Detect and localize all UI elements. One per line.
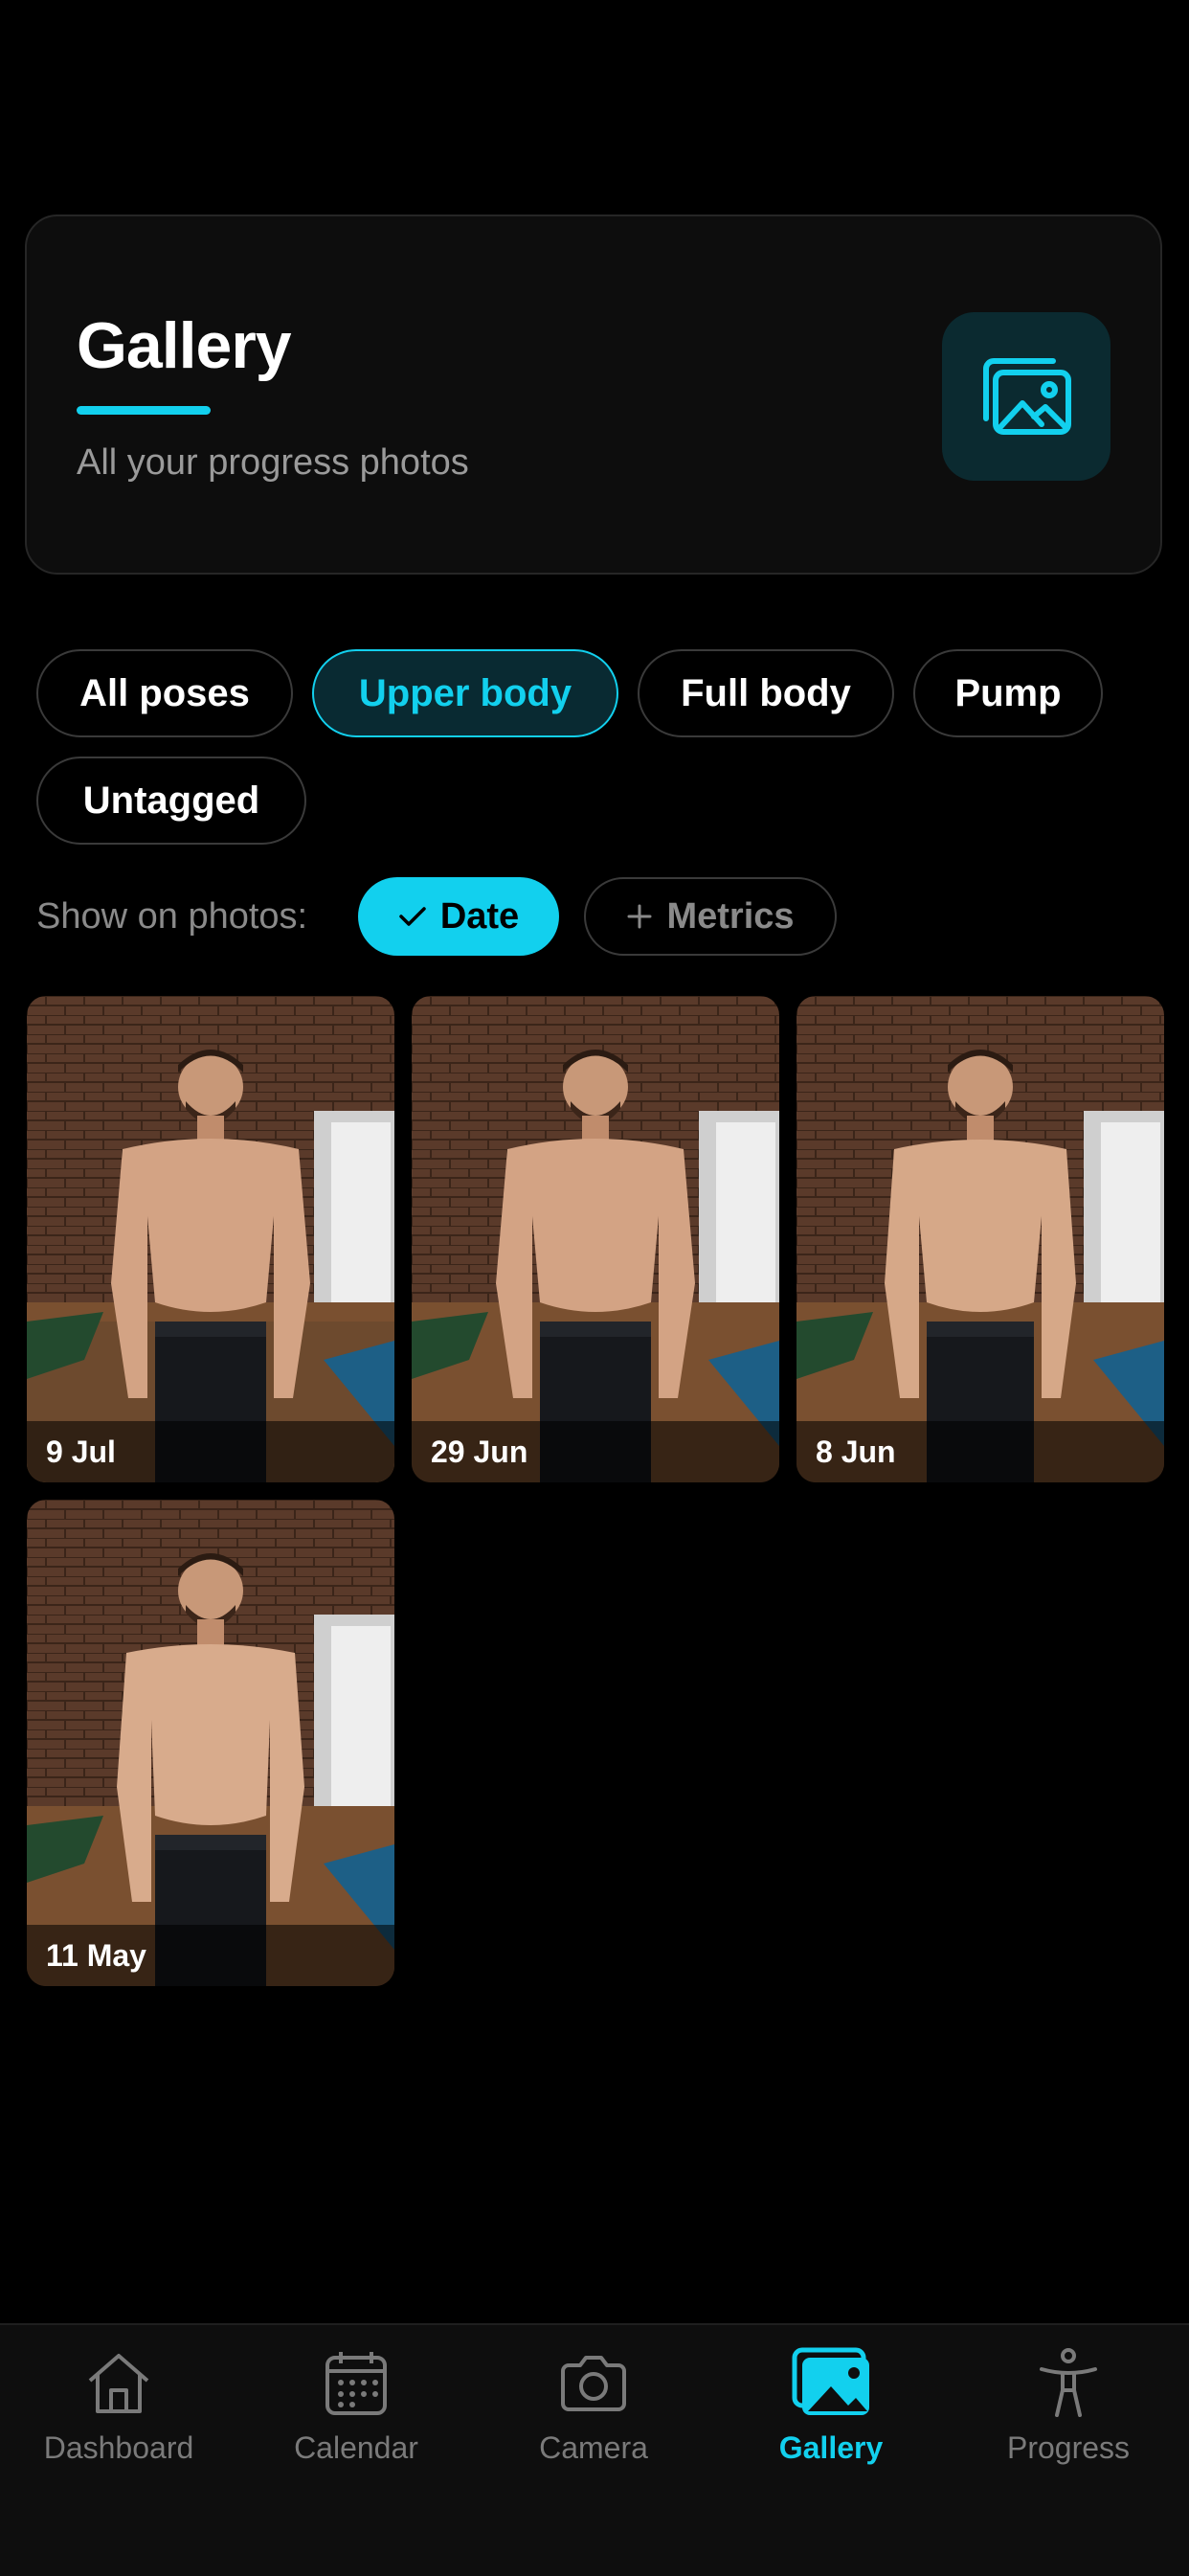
- home-icon: [88, 2354, 149, 2413]
- filter-chip-untagged[interactable]: Untagged: [36, 757, 306, 845]
- person-icon: [1040, 2348, 1097, 2417]
- tab-gallery[interactable]: Gallery: [712, 2344, 950, 2488]
- title-underline: [77, 406, 211, 415]
- tab-progress-label: Progress: [1006, 2430, 1131, 2465]
- plus-icon: [627, 904, 652, 929]
- photo-image: [27, 996, 394, 1482]
- filter-chip-pump[interactable]: Pump: [913, 649, 1103, 737]
- tab-calendar[interactable]: Calendar: [237, 2344, 475, 2488]
- photo-date-label: 8 Jun: [796, 1421, 1164, 1482]
- date-toggle[interactable]: Date: [358, 877, 559, 956]
- photo-image: [412, 996, 779, 1482]
- photo-image: [27, 1500, 394, 1986]
- camera-icon: [561, 2356, 626, 2411]
- metrics-toggle-label: Metrics: [666, 895, 795, 937]
- photo-image: [796, 996, 1164, 1482]
- filter-chip-upper-body[interactable]: Upper body: [312, 649, 618, 737]
- tab-dashboard[interactable]: Dashboard: [0, 2344, 237, 2488]
- filter-chip-all-poses[interactable]: All poses: [36, 649, 293, 737]
- tab-camera[interactable]: Camera: [475, 2344, 712, 2488]
- photo-date-label: 29 Jun: [412, 1421, 779, 1482]
- tab-gallery-label: Gallery: [778, 2430, 884, 2465]
- tab-dashboard-label: Dashboard: [43, 2430, 194, 2465]
- progress-photo[interactable]: 9 Jul: [27, 996, 394, 1482]
- header-card: Gallery All your progress photos: [25, 215, 1162, 575]
- metrics-toggle[interactable]: Metrics: [584, 877, 837, 956]
- tab-camera-label: Camera: [539, 2430, 648, 2465]
- photo-date-label: 9 Jul: [27, 1421, 394, 1482]
- progress-photo[interactable]: 11 May: [27, 1500, 394, 1986]
- progress-photo[interactable]: 8 Jun: [796, 996, 1164, 1482]
- check-icon: [399, 907, 426, 926]
- gallery-icon: [792, 2347, 869, 2415]
- progress-photo[interactable]: 29 Jun: [412, 996, 779, 1482]
- calendar-icon: [325, 2352, 387, 2415]
- photo-date-label: 11 May: [27, 1925, 394, 1986]
- filter-chip-full-body[interactable]: Full body: [638, 649, 894, 737]
- tab-calendar-label: Calendar: [294, 2430, 418, 2465]
- page-subtitle: All your progress photos: [77, 442, 469, 483]
- gallery-icon: [942, 312, 1110, 481]
- bottom-tab-bar: Dashboard Calendar Camera Gallery Progre…: [0, 2323, 1189, 2576]
- tab-progress[interactable]: Progress: [950, 2344, 1187, 2488]
- page-title: Gallery: [77, 309, 292, 382]
- date-toggle-label: Date: [439, 895, 520, 937]
- show-on-photos-label: Show on photos:: [36, 896, 308, 937]
